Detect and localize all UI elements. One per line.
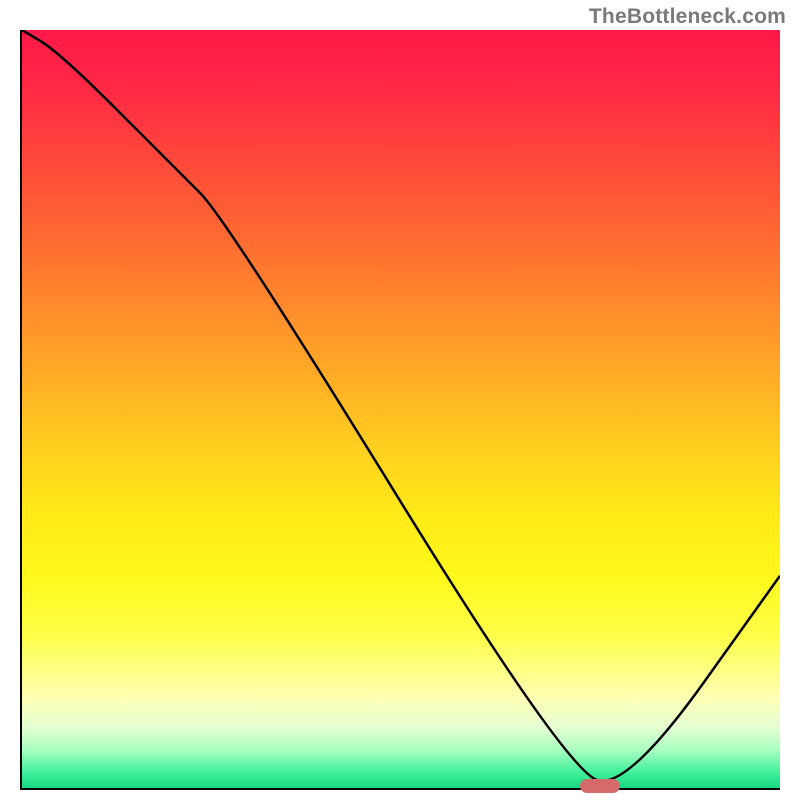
plot-area — [20, 30, 780, 790]
curve-path — [22, 30, 780, 781]
optimal-marker — [580, 779, 620, 793]
bottleneck-curve — [22, 30, 780, 788]
watermark-text: TheBottleneck.com — [589, 5, 786, 29]
